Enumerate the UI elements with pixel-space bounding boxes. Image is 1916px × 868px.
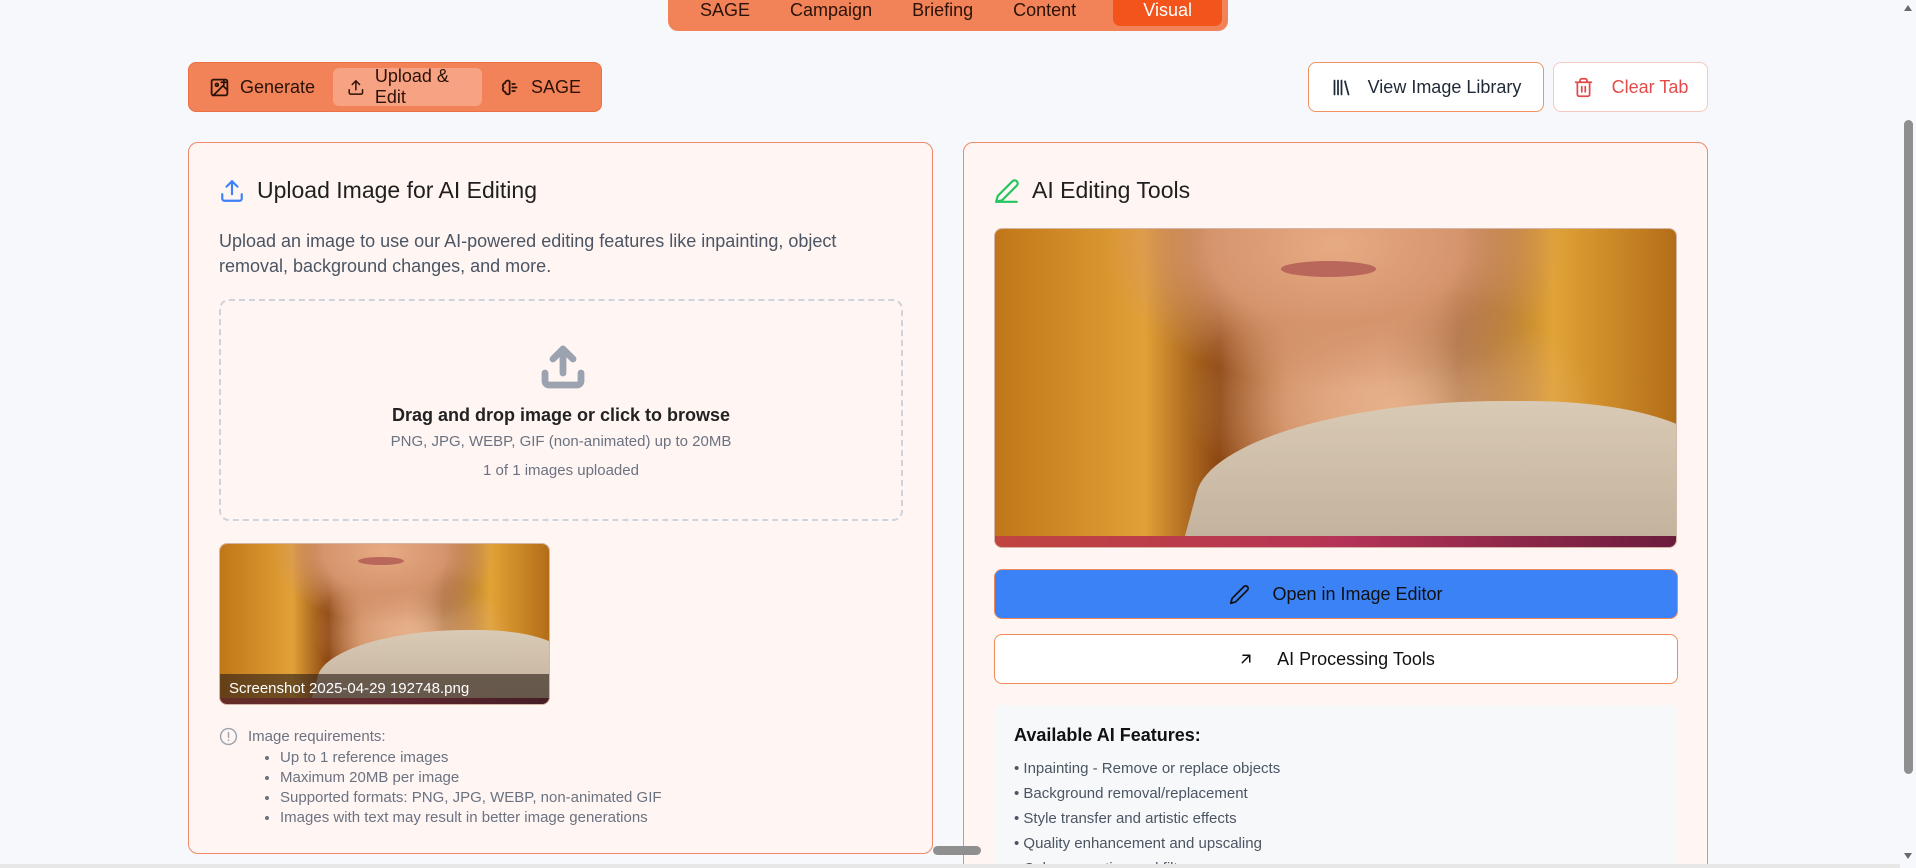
upload-panel-title-text: Upload Image for AI Editing [257, 177, 537, 203]
top-nav: SAGE Campaign Briefing Content Visual [668, 0, 1228, 31]
upload-icon [221, 179, 243, 202]
list-item: Maximum 20MB per image [280, 768, 662, 788]
preview-photo [995, 229, 1676, 547]
list-item: Supported formats: PNG, JPG, WEBP, non-a… [280, 788, 662, 808]
clear-tab-button[interactable]: Clear Tab [1553, 62, 1708, 112]
image-plus-icon [210, 78, 229, 96]
horizontal-scroll-thumb[interactable] [933, 846, 981, 855]
upload-description: Upload an image to use our AI-powered ed… [219, 231, 837, 276]
subtab-upload-edit-label: Upload & Edit [374, 66, 449, 107]
list-item: Up to 1 reference images [280, 748, 662, 768]
list-item: • Quality enhancement and upscaling [1014, 835, 1262, 852]
info-icon [219, 727, 238, 746]
view-image-library-label: View Image Library [1367, 76, 1522, 97]
dropzone-title: Drag and drop image or click to browse [391, 405, 731, 425]
arrow-up-right-icon [1241, 654, 1251, 664]
visual-subtabs: Generate Upload & Edit SAGE [188, 62, 602, 112]
upload-panel-title: Upload Image for AI Editing [219, 177, 537, 204]
list-item: • Background removal/replacement [1014, 785, 1248, 802]
ai-tools-panel: AI Editing Tools Open in Image Editor AI… [963, 142, 1708, 868]
ai-tools-title: AI Editing Tools [994, 177, 1190, 204]
upload-icon [541, 345, 585, 389]
horizontal-scrollbar-track [0, 864, 1900, 868]
top-tab-sage[interactable]: SAGE [680, 0, 770, 26]
top-tab-visual[interactable]: Visual [1113, 0, 1222, 26]
pencil-icon [995, 178, 1019, 203]
upload-icon [348, 79, 364, 95]
clear-tab-label: Clear Tab [1611, 76, 1689, 97]
library-icon [1333, 79, 1349, 95]
brain-icon [501, 79, 518, 95]
dropzone-formats: PNG, JPG, WEBP, GIF (non-animated) up to… [390, 433, 732, 450]
requirements-heading: Image requirements: [248, 728, 386, 745]
thumbnail-filename: Screenshot 2025-04-29 192748.png [220, 674, 549, 704]
vertical-scroll-thumb[interactable] [1904, 120, 1913, 774]
ai-processing-tools-button[interactable]: AI Processing Tools [994, 634, 1678, 684]
dropzone-count: 1 of 1 images uploaded [483, 462, 639, 479]
requirements-list: Up to 1 reference images Maximum 20MB pe… [280, 748, 662, 828]
subtab-sage[interactable]: SAGE [486, 68, 595, 106]
top-tab-content[interactable]: Content [993, 0, 1096, 26]
scroll-down-icon[interactable] [1903, 852, 1913, 860]
list-item: Images with text may result in better im… [280, 808, 662, 828]
top-tab-campaign[interactable]: Campaign [770, 0, 892, 26]
features-heading: Available AI Features: [1014, 725, 1201, 745]
trash-icon [1574, 77, 1592, 97]
subtab-upload-edit[interactable]: Upload & Edit [333, 66, 482, 107]
vertical-scrollbar[interactable] [1900, 0, 1916, 868]
subtab-generate-label: Generate [240, 76, 316, 97]
list-item: • Inpainting - Remove or replace objects [1014, 760, 1281, 777]
subtab-sage-label: SAGE [530, 76, 581, 97]
top-tab-briefing[interactable]: Briefing [892, 0, 993, 26]
image-requirements: Image requirements: Up to 1 reference im… [219, 727, 662, 828]
subtab-generate[interactable]: Generate [195, 68, 329, 106]
ai-processing-tools-label: AI Processing Tools [1277, 648, 1435, 669]
open-image-editor-button[interactable]: Open in Image Editor [994, 569, 1678, 619]
pencil-icon [1230, 584, 1250, 604]
ai-features-box: Available AI Features: • Inpainting - Re… [994, 705, 1678, 868]
image-dropzone[interactable]: Drag and drop image or click to browse P… [219, 299, 903, 521]
view-image-library-button[interactable]: View Image Library [1308, 62, 1544, 112]
scroll-up-icon[interactable] [1903, 4, 1913, 12]
open-image-editor-label: Open in Image Editor [1272, 583, 1443, 604]
image-preview [994, 228, 1677, 548]
upload-panel: Upload Image for AI Editing Upload an im… [188, 142, 933, 854]
list-item: • Style transfer and artistic effects [1014, 810, 1237, 827]
ai-tools-title-text: AI Editing Tools [1032, 177, 1191, 203]
uploaded-image-thumbnail[interactable]: Screenshot 2025-04-29 192748.png [219, 543, 550, 705]
